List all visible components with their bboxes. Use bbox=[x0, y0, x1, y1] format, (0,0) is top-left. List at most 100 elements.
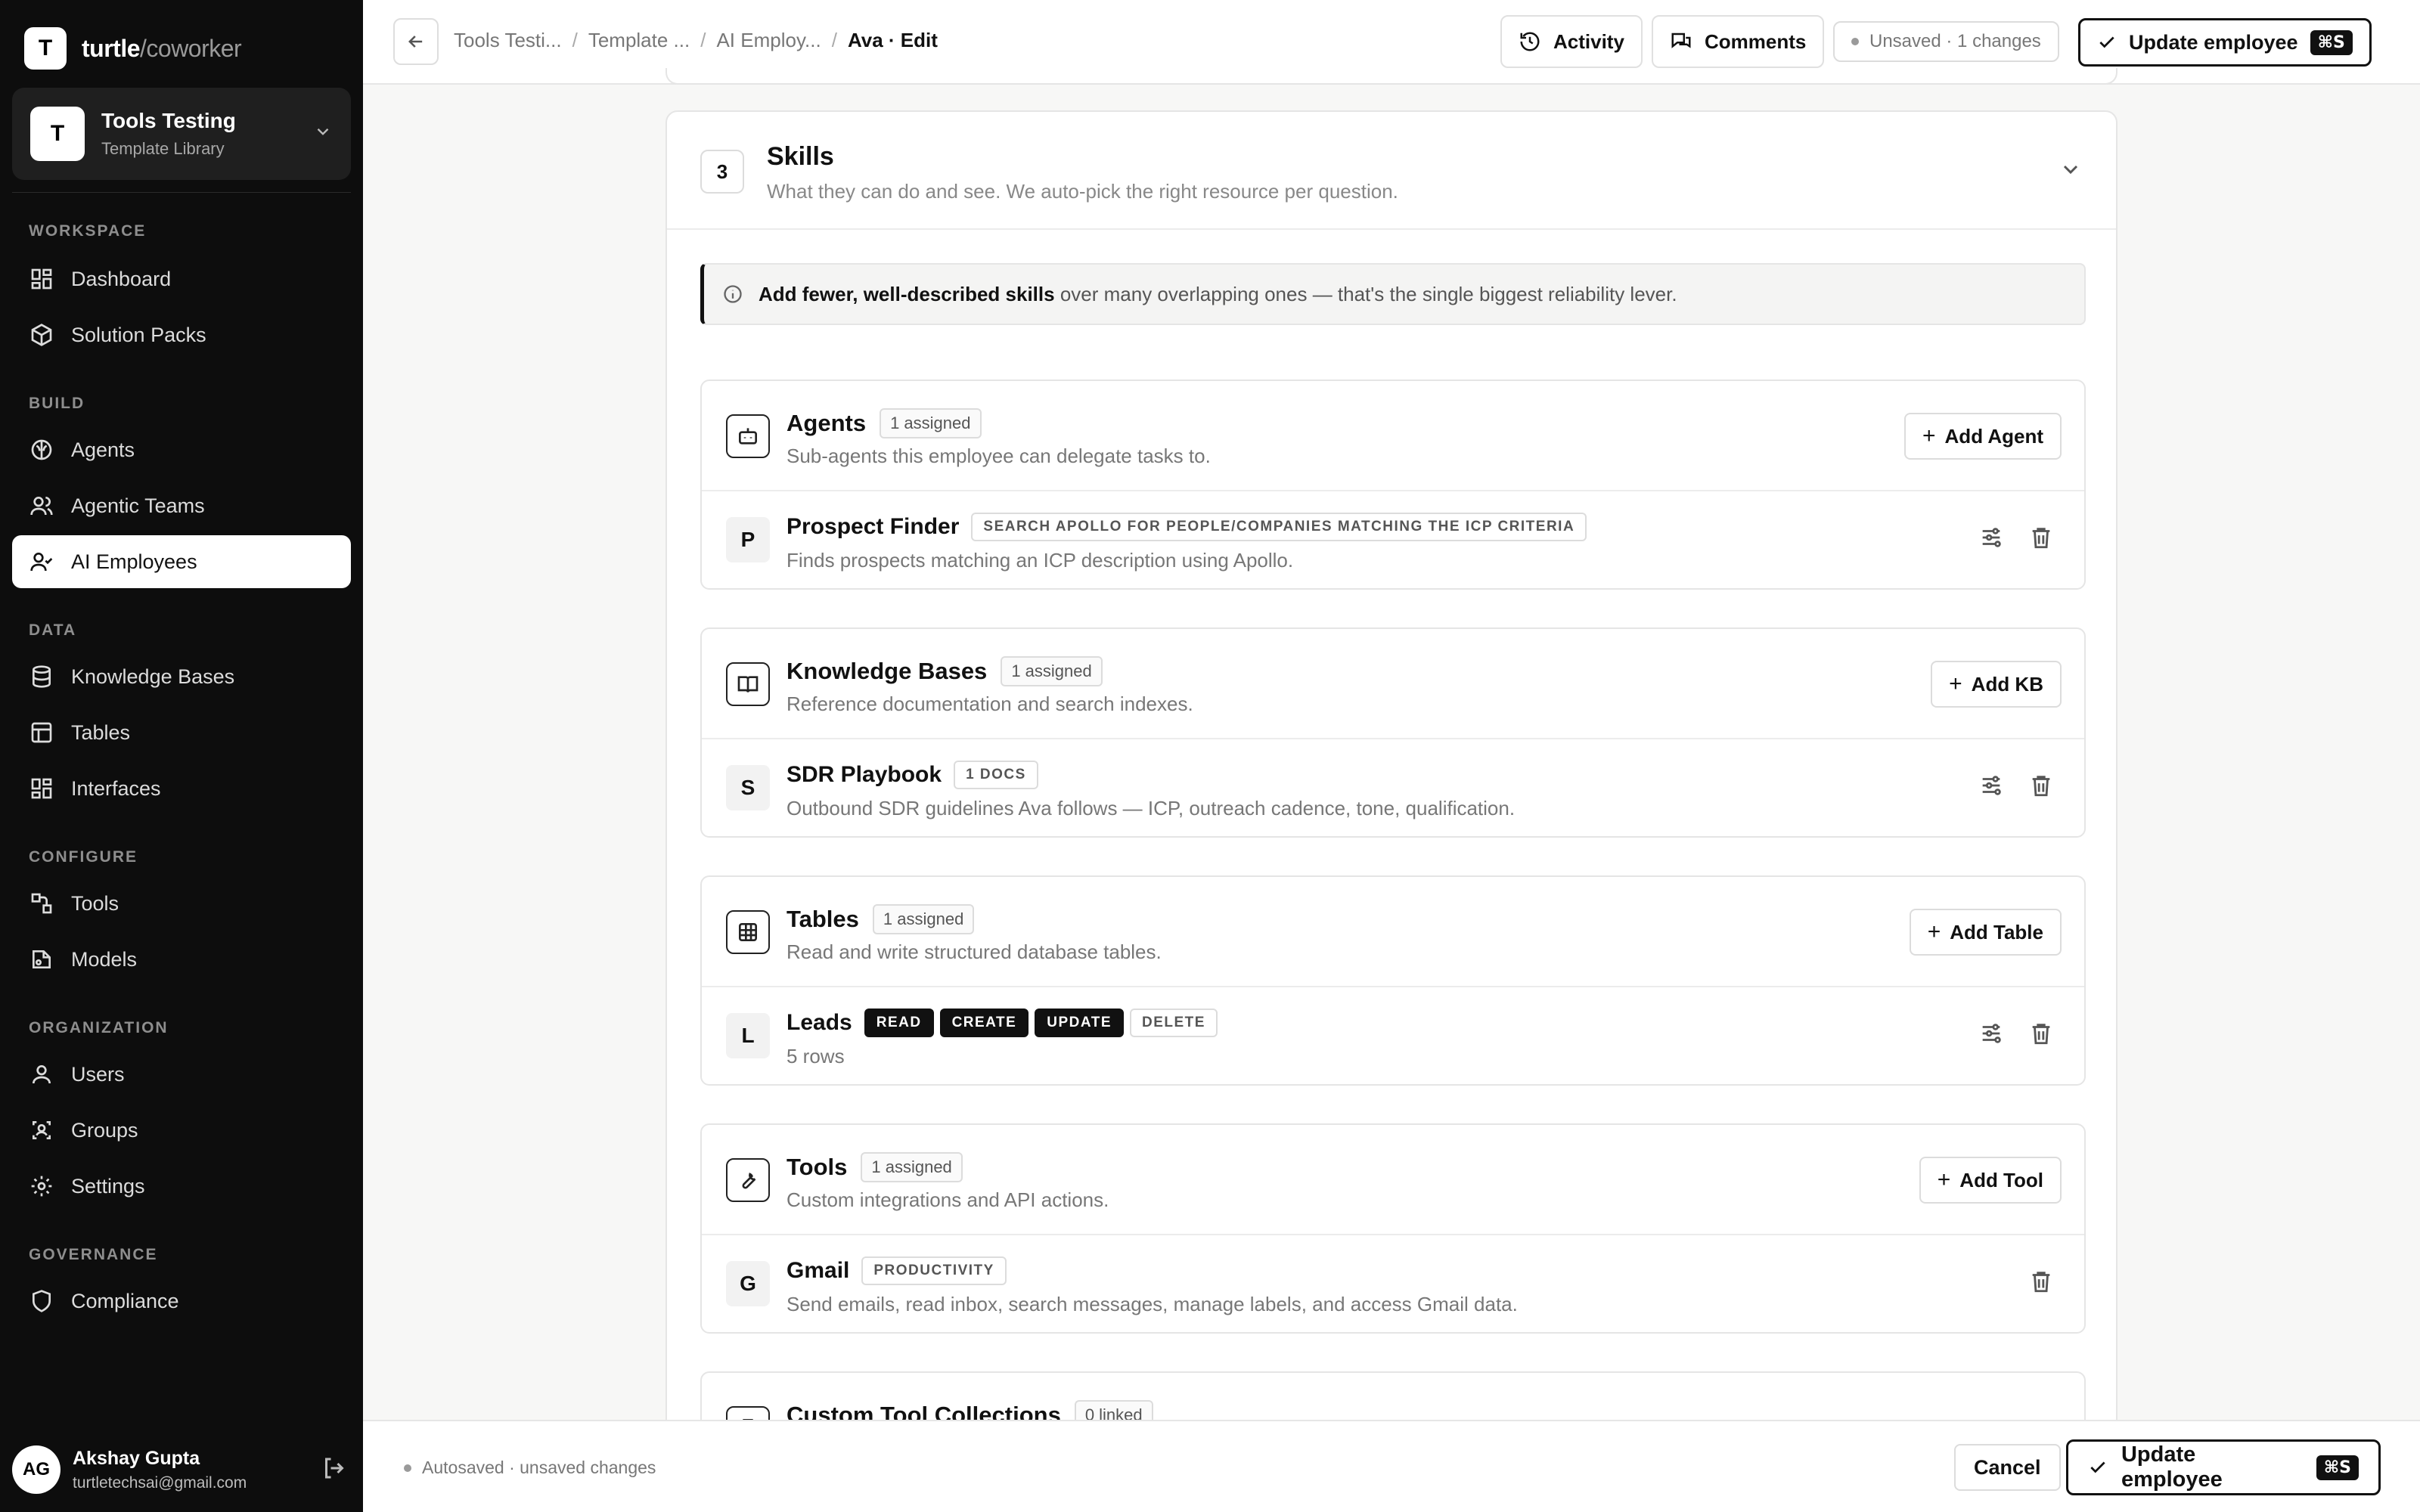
table-icon bbox=[29, 720, 54, 745]
add-agent-button[interactable]: + Add Agent bbox=[1904, 413, 2062, 460]
add-tool-button[interactable]: + Add Tool bbox=[1919, 1157, 2062, 1204]
group-header: Tools 1 assigned Custom integrations and … bbox=[702, 1125, 2084, 1235]
sidebar-item-tables[interactable]: Tables bbox=[12, 706, 351, 759]
row-actions bbox=[1978, 525, 2055, 552]
workflow-icon bbox=[29, 891, 54, 916]
brand[interactable]: T turtle/coworker bbox=[24, 27, 242, 70]
breadcrumb-item[interactable]: Tools Testi... bbox=[454, 29, 562, 52]
status-badge: Unsaved · 1 changes bbox=[1833, 21, 2059, 62]
wrench-icon bbox=[726, 1158, 770, 1202]
sidebar-item-ai-employees[interactable]: AI Employees bbox=[12, 535, 351, 588]
sidebar-item-models[interactable]: Models bbox=[12, 933, 351, 986]
workspace-switcher[interactable]: T Tools Testing Template Library bbox=[12, 88, 351, 180]
breadcrumb-item[interactable]: Template ... bbox=[588, 29, 690, 52]
sidebar-item-groups[interactable]: Groups bbox=[12, 1104, 351, 1157]
user-email: turtletechsai@gmail.com bbox=[73, 1473, 247, 1492]
sidebar-item-label: Tools bbox=[71, 891, 119, 915]
sliders-icon[interactable] bbox=[1978, 773, 2006, 800]
item-name: Gmail bbox=[786, 1258, 850, 1283]
breadcrumb-current: Ava · Edit bbox=[847, 29, 938, 51]
comments-button[interactable]: Comments bbox=[1652, 15, 1825, 68]
sidebar-item-knowledge-bases[interactable]: Knowledge Bases bbox=[12, 650, 351, 703]
update-employee-footer-button[interactable]: Update employee ⌘S bbox=[2066, 1439, 2381, 1495]
tip-rest: over many overlapping ones — that's the … bbox=[1060, 282, 1677, 305]
item-description: 5 rows bbox=[786, 1045, 845, 1067]
update-label: Update employee bbox=[2129, 30, 2298, 54]
sidebar-item-label: Agents bbox=[71, 438, 135, 461]
permission-update[interactable]: UPDATE bbox=[1035, 1009, 1124, 1037]
add-table-button[interactable]: + Add Table bbox=[1909, 909, 2062, 956]
item-avatar: P bbox=[726, 517, 770, 562]
sliders-icon[interactable] bbox=[1978, 525, 2006, 552]
group-header: Tables 1 assigned Read and write structur… bbox=[702, 877, 2084, 987]
breadcrumb-separator: / bbox=[572, 29, 578, 51]
breadcrumb-item[interactable]: AI Employ... bbox=[716, 29, 821, 52]
permission-read[interactable]: READ bbox=[864, 1009, 934, 1037]
sidebar-item-agents[interactable]: Agents bbox=[12, 423, 351, 476]
sidebar-item-compliance[interactable]: Compliance bbox=[12, 1275, 351, 1328]
group-subtitle: Custom integrations and API actions. bbox=[786, 1188, 1109, 1211]
permission-create[interactable]: CREATE bbox=[939, 1009, 1029, 1037]
previous-section-card bbox=[666, 68, 2118, 85]
brand-name-main: turtle bbox=[82, 34, 141, 62]
skills-header[interactable]: 3 Skills What they can do and see. We au… bbox=[667, 112, 2116, 230]
chevron-down-icon bbox=[313, 122, 333, 147]
item-name: Prospect Finder bbox=[786, 514, 960, 539]
sidebar-item-interfaces[interactable]: Interfaces bbox=[12, 762, 351, 815]
bot-icon bbox=[726, 414, 770, 458]
trash-icon[interactable] bbox=[2028, 525, 2055, 552]
row-actions bbox=[2028, 1269, 2055, 1296]
avatar: AG bbox=[12, 1445, 60, 1494]
model-icon bbox=[29, 947, 54, 972]
logout-icon[interactable] bbox=[321, 1455, 351, 1485]
update-employee-button[interactable]: Update employee ⌘S bbox=[2078, 18, 2372, 67]
sidebar-item-settings[interactable]: Settings bbox=[12, 1160, 351, 1213]
activity-button[interactable]: Activity bbox=[1500, 15, 1643, 68]
group-title-text: Tools bbox=[786, 1154, 848, 1180]
breadcrumb: Tools Testi... / Template ... / AI Emplo… bbox=[454, 29, 938, 52]
chevron-down-icon[interactable] bbox=[2059, 157, 2083, 181]
back-button[interactable] bbox=[393, 18, 439, 65]
breadcrumb-separator: / bbox=[831, 29, 837, 51]
section-label-governance: GOVERNANCE bbox=[29, 1246, 158, 1263]
item-tag: SEARCH APOLLO FOR PEOPLE/COMPANIES MATCH… bbox=[971, 513, 1587, 541]
item-avatar: S bbox=[726, 765, 770, 810]
sidebar-item-solution-packs[interactable]: Solution Packs bbox=[12, 308, 351, 361]
sidebar-item-label: Agentic Teams bbox=[71, 494, 205, 517]
sidebar-item-label: Settings bbox=[71, 1174, 145, 1198]
trash-icon[interactable] bbox=[2028, 1269, 2055, 1296]
item-title: SDR Playbook 1 DOCS bbox=[786, 761, 1038, 789]
plus-icon: + bbox=[1927, 919, 1941, 944]
status-dot bbox=[404, 1464, 411, 1472]
sidebar-item-tools[interactable]: Tools bbox=[12, 877, 351, 930]
group-subtitle: Sub-agents this employee can delegate ta… bbox=[786, 445, 1211, 467]
permission-tags: READ CREATE UPDATE DELETE bbox=[864, 1009, 1218, 1037]
item-avatar: G bbox=[726, 1261, 770, 1306]
user-text: Akshay Gupta turtletechsai@gmail.com bbox=[73, 1448, 321, 1492]
sidebar-item-label: Interfaces bbox=[71, 776, 161, 800]
sliders-icon[interactable] bbox=[1978, 1021, 2006, 1048]
cancel-button[interactable]: Cancel bbox=[1954, 1444, 2061, 1491]
add-kb-button[interactable]: + Add KB bbox=[1931, 661, 2062, 708]
row-actions bbox=[1978, 773, 2055, 800]
item-title: Leads READ CREATE UPDATE DELETE bbox=[786, 1009, 1218, 1037]
group-header: Agents 1 assigned Sub-agents this employe… bbox=[702, 381, 2084, 491]
check-icon bbox=[2099, 36, 2114, 48]
status-dot bbox=[1851, 38, 1859, 45]
skills-section: 3 Skills What they can do and see. We au… bbox=[666, 110, 2118, 1441]
arrow-left-icon bbox=[408, 36, 423, 48]
trash-icon[interactable] bbox=[2028, 773, 2055, 800]
sidebar-item-agentic-teams[interactable]: Agentic Teams bbox=[12, 479, 351, 532]
list-item: G Gmail PRODUCTIVITY Send emails, read in… bbox=[702, 1235, 2084, 1332]
package-icon bbox=[29, 322, 54, 348]
sidebar-item-dashboard[interactable]: Dashboard bbox=[12, 253, 351, 305]
sidebar-item-users[interactable]: Users bbox=[12, 1048, 351, 1101]
add-kb-label: Add KB bbox=[1971, 672, 2043, 696]
sidebar-item-label: Dashboard bbox=[71, 267, 172, 290]
group-subtitle: Read and write structured database table… bbox=[786, 940, 1162, 963]
trash-icon[interactable] bbox=[2028, 1021, 2055, 1048]
item-tag: 1 DOCS bbox=[954, 761, 1038, 789]
list-item: L Leads READ CREATE UPDATE DELETE 5 rows bbox=[702, 987, 2084, 1084]
user-profile[interactable]: AG Akshay Gupta turtletechsai@gmail.com bbox=[12, 1439, 351, 1500]
permission-delete[interactable]: DELETE bbox=[1130, 1009, 1218, 1037]
